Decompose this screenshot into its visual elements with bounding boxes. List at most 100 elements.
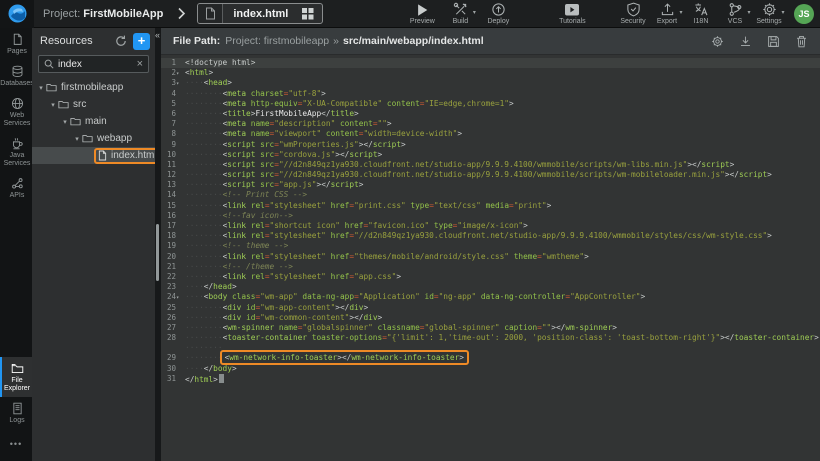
more-icon[interactable]: ••• [0, 429, 32, 461]
code-line[interactable]: 5········<meta http-equiv="X-UA-Compatib… [161, 99, 820, 109]
sidebar-item-web-services[interactable]: Web Services [0, 92, 32, 132]
code-line[interactable]: 25········<div id="wm-app-content"></div… [161, 303, 820, 313]
folder-icon [82, 134, 93, 143]
clear-search-icon[interactable]: × [134, 58, 143, 70]
tree-item-label: src [73, 99, 86, 110]
main-area: PagesDatabasesWeb ServicesJava ServicesA… [0, 28, 820, 461]
settings-icon: ▾ [762, 2, 777, 17]
code-text: ········<link rel="shortcut icon" href="… [182, 221, 528, 231]
code-line[interactable]: 4········<meta charset="utf-8"> [161, 89, 820, 99]
code-line[interactable]: 1<!doctype html> [161, 58, 820, 68]
line-number: 26 [161, 313, 182, 323]
sidebar-item-apis[interactable]: APIs [0, 172, 32, 204]
collapse-panel-icon[interactable]: « [155, 30, 160, 40]
code-line[interactable]: 12········<script src="//d2n849qz1ya930.… [161, 170, 820, 180]
pages-icon [11, 33, 24, 46]
splitter-drag-handle[interactable] [156, 224, 159, 281]
app-logo[interactable] [0, 0, 34, 28]
code-line[interactable]: 21········<!-- /theme --> [161, 262, 820, 272]
i18n-button[interactable]: I18N [684, 2, 718, 25]
tree-item-webapp[interactable]: ▾webapp [32, 130, 155, 147]
chevron-down-icon[interactable]: ▾ [679, 9, 682, 16]
tree-caret-icon[interactable]: ▾ [60, 118, 70, 126]
code-line[interactable]: 18········<link rel="stylesheet" href="/… [161, 231, 820, 241]
tutorials-button[interactable]: Tutorials [553, 2, 591, 25]
search-input[interactable] [58, 59, 134, 70]
chevron-down-icon[interactable]: ▾ [781, 9, 784, 16]
code-line[interactable]: 24▾····<body class="wm-app" data-ng-app=… [161, 292, 820, 302]
resources-panel: Resources + × ▾firstmobileapp▾src▾main▾w… [32, 28, 155, 461]
download-icon[interactable] [739, 35, 752, 48]
code-line[interactable]: 29········<wm-network-info-toaster></wm-… [161, 353, 820, 363]
tree-caret-icon[interactable]: ▾ [48, 101, 58, 109]
panel-splitter[interactable]: « [155, 28, 161, 461]
code-line[interactable]: 26········<div id="wm-common-content"></… [161, 313, 820, 323]
tree-item-main[interactable]: ▾main [32, 113, 155, 130]
code-line[interactable]: 6········<title>FirstMobileApp</title> [161, 109, 820, 119]
refresh-icon[interactable] [115, 35, 127, 47]
action-label: Export [657, 18, 677, 25]
code-line[interactable]: 27········<wm-spinner name="globalspinne… [161, 323, 820, 333]
code-line[interactable]: 2▾<html> [161, 68, 820, 78]
sidebar-item-file-explorer[interactable]: File Explorer [0, 357, 32, 397]
tree-caret-icon[interactable]: ▾ [72, 135, 82, 143]
grid-icon[interactable] [301, 7, 322, 20]
code-line[interactable]: 30····</body> [161, 364, 820, 374]
code-line[interactable]: 11········<script src="//d2n849qz1ya930.… [161, 160, 820, 170]
sidebar-item-databases[interactable]: Databases [0, 60, 32, 92]
code-line[interactable]: 28········<toaster-container toaster-opt… [161, 333, 820, 343]
code-line[interactable]: 17········<link rel="shortcut icon" href… [161, 221, 820, 231]
code-text: <html> [182, 68, 213, 78]
sidebar-item-label: Logs [9, 417, 24, 425]
line-number: 25 [161, 303, 182, 313]
deploy-button[interactable]: Deploy [479, 2, 517, 25]
preview-button[interactable]: Preview [403, 2, 441, 25]
settings-gear-icon[interactable] [711, 35, 724, 48]
code-line[interactable]: 3▾····<head> [161, 78, 820, 88]
annotation-highlight: <wm-network-info-toaster></wm-network-in… [220, 350, 469, 365]
tree-item-index-html[interactable]: index.html [32, 147, 155, 164]
security-button[interactable]: Security [616, 2, 650, 25]
wavemaker-logo-icon [8, 4, 27, 23]
resources-header: Resources + [32, 28, 155, 54]
code-line[interactable]: 20········<link rel="stylesheet" href="t… [161, 252, 820, 262]
delete-icon[interactable] [795, 35, 808, 48]
tree-item-src[interactable]: ▾ src [32, 96, 155, 113]
code-text: ········<script src="wmProperties.js"></… [182, 140, 406, 150]
line-number: 13 [161, 180, 182, 190]
tab-index-html[interactable]: index.html [197, 3, 323, 24]
vcs-button[interactable]: ▾VCS [718, 2, 752, 25]
tree-item-firstmobileapp[interactable]: ▾firstmobileapp [32, 79, 155, 96]
code-line[interactable]: 7········<meta name="description" conten… [161, 119, 820, 129]
sidebar-item-java-services[interactable]: Java Services [0, 132, 32, 172]
file-path-value: src/main/webapp/index.html [343, 35, 484, 47]
code-line[interactable]: 14········<!-- Print CSS --> [161, 190, 820, 200]
code-line[interactable]: 22········<link rel="stylesheet" href="a… [161, 272, 820, 282]
build-button[interactable]: ▾Build [441, 2, 479, 25]
code-editor[interactable]: 1<!doctype html>2▾<html>3▾····<head>4···… [161, 55, 820, 461]
save-icon[interactable] [767, 35, 780, 48]
code-line[interactable]: 16········<!--fav icon--> [161, 211, 820, 221]
code-line[interactable]: 19········<!-- theme --> [161, 241, 820, 251]
file-action-icons [711, 35, 808, 48]
code-line[interactable]: 13········<script src="app.js"></script> [161, 180, 820, 190]
add-resource-button[interactable]: + [133, 33, 150, 50]
code-line[interactable]: 9········<script src="wmProperties.js"><… [161, 140, 820, 150]
line-number: 12 [161, 170, 182, 180]
settings-button[interactable]: ▾Settings [752, 2, 786, 25]
code-line[interactable]: 23····</head> [161, 282, 820, 292]
sidebar-item-pages[interactable]: Pages [0, 28, 32, 60]
code-line[interactable]: 8········<meta name="viewport" content="… [161, 129, 820, 139]
chevron-down-icon[interactable]: ▾ [747, 9, 750, 16]
sidebar-item-logs[interactable]: Logs [0, 397, 32, 429]
code-line[interactable]: 10········<script src="cordova.js"></scr… [161, 150, 820, 160]
sidebar-bottom-group: File Explorer Logs [0, 357, 32, 429]
chevron-down-icon[interactable]: ▾ [473, 9, 476, 16]
tree-caret-icon[interactable]: ▾ [36, 84, 46, 92]
chevron-right-icon[interactable] [177, 7, 186, 20]
code-line[interactable]: 15········<link rel="stylesheet" href="p… [161, 201, 820, 211]
code-line[interactable]: 31</html> [161, 374, 820, 384]
export-button[interactable]: ▾Export [650, 2, 684, 25]
user-avatar[interactable]: JS [794, 4, 814, 24]
code-text: ····<body class="wm-app" data-ng-app="Ap… [182, 292, 645, 302]
